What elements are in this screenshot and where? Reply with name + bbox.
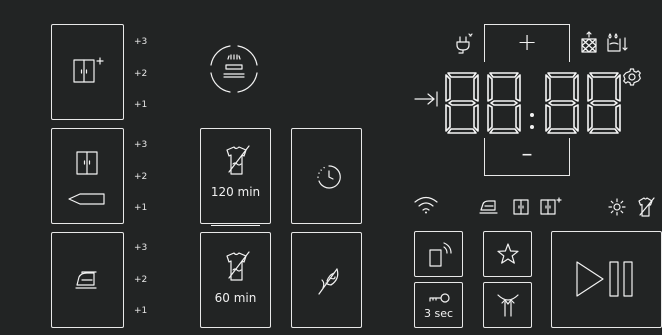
time-digit: 8 (588, 68, 589, 69)
child-lock-button[interactable]: 3 sec (414, 282, 463, 328)
time-display: 8 8 : 8 8 (414, 68, 621, 136)
time-digit: 8 (548, 68, 549, 69)
plus-icon: + (516, 28, 538, 56)
level-label: +3 (134, 140, 148, 150)
plug-icon (456, 33, 473, 54)
key-icon (429, 293, 450, 303)
level-label: +2 (134, 69, 148, 79)
water-tank-icon (607, 33, 628, 52)
program-60min-button[interactable] (200, 232, 271, 328)
start-pause-button[interactable] (551, 231, 662, 328)
signal-icon (497, 294, 519, 317)
program-60min-label: 60 min (214, 291, 257, 305)
level-label: +3 (134, 243, 148, 253)
cupboard-dry-button[interactable] (51, 128, 124, 224)
iron-dry-indicator-icon (479, 200, 498, 214)
timer-button[interactable] (291, 128, 362, 224)
cupboard-dry-icon (68, 151, 105, 205)
level-label: +1 (134, 203, 148, 213)
program-120min-label: 120 min (210, 185, 261, 199)
condenser-container-icon (581, 31, 597, 53)
clock-icon (317, 165, 341, 189)
anti-crease-icon (608, 198, 626, 216)
child-lock-label: 3 sec (423, 307, 454, 320)
iron-dry-icon (75, 271, 97, 289)
time-digit: 8 (494, 68, 495, 69)
shirt-indicator-icon (638, 197, 655, 217)
time-digits-graphic (445, 72, 621, 134)
minus-icon: – (521, 142, 533, 167)
signal-button[interactable] (483, 282, 532, 328)
play-pause-icon (576, 261, 633, 297)
remote-start-icon (429, 242, 452, 267)
cupboard-plus-dry-button[interactable] (51, 24, 124, 120)
cupboard-dry-indicator-icon (513, 199, 529, 215)
delicate-button[interactable] (291, 232, 362, 328)
level-label: +1 (134, 100, 148, 110)
shirt-dry-icon (226, 145, 250, 175)
feather-icon (318, 268, 339, 295)
program-divider (211, 225, 260, 227)
star-icon (497, 243, 519, 264)
level-label: +2 (134, 172, 148, 182)
remote-start-button[interactable] (414, 231, 463, 277)
program-120min-button[interactable] (200, 128, 271, 224)
cupboard-plus-indicator-icon (540, 197, 562, 215)
wifi-icon (414, 196, 438, 214)
favourite-button[interactable] (483, 231, 532, 277)
clean-filter-indicator-icon (210, 45, 258, 93)
end-time-arrow-icon (414, 91, 438, 107)
level-label: +2 (134, 275, 148, 285)
time-minus-button[interactable]: – (484, 138, 570, 176)
shirt-dry-icon (226, 251, 250, 281)
cupboard-plus-dry-icon (73, 57, 104, 83)
iron-dry-button[interactable] (51, 232, 124, 328)
time-plus-button[interactable]: + (484, 24, 570, 62)
level-label: +1 (134, 306, 148, 316)
level-label: +3 (134, 37, 148, 47)
settings-icon (623, 68, 641, 86)
